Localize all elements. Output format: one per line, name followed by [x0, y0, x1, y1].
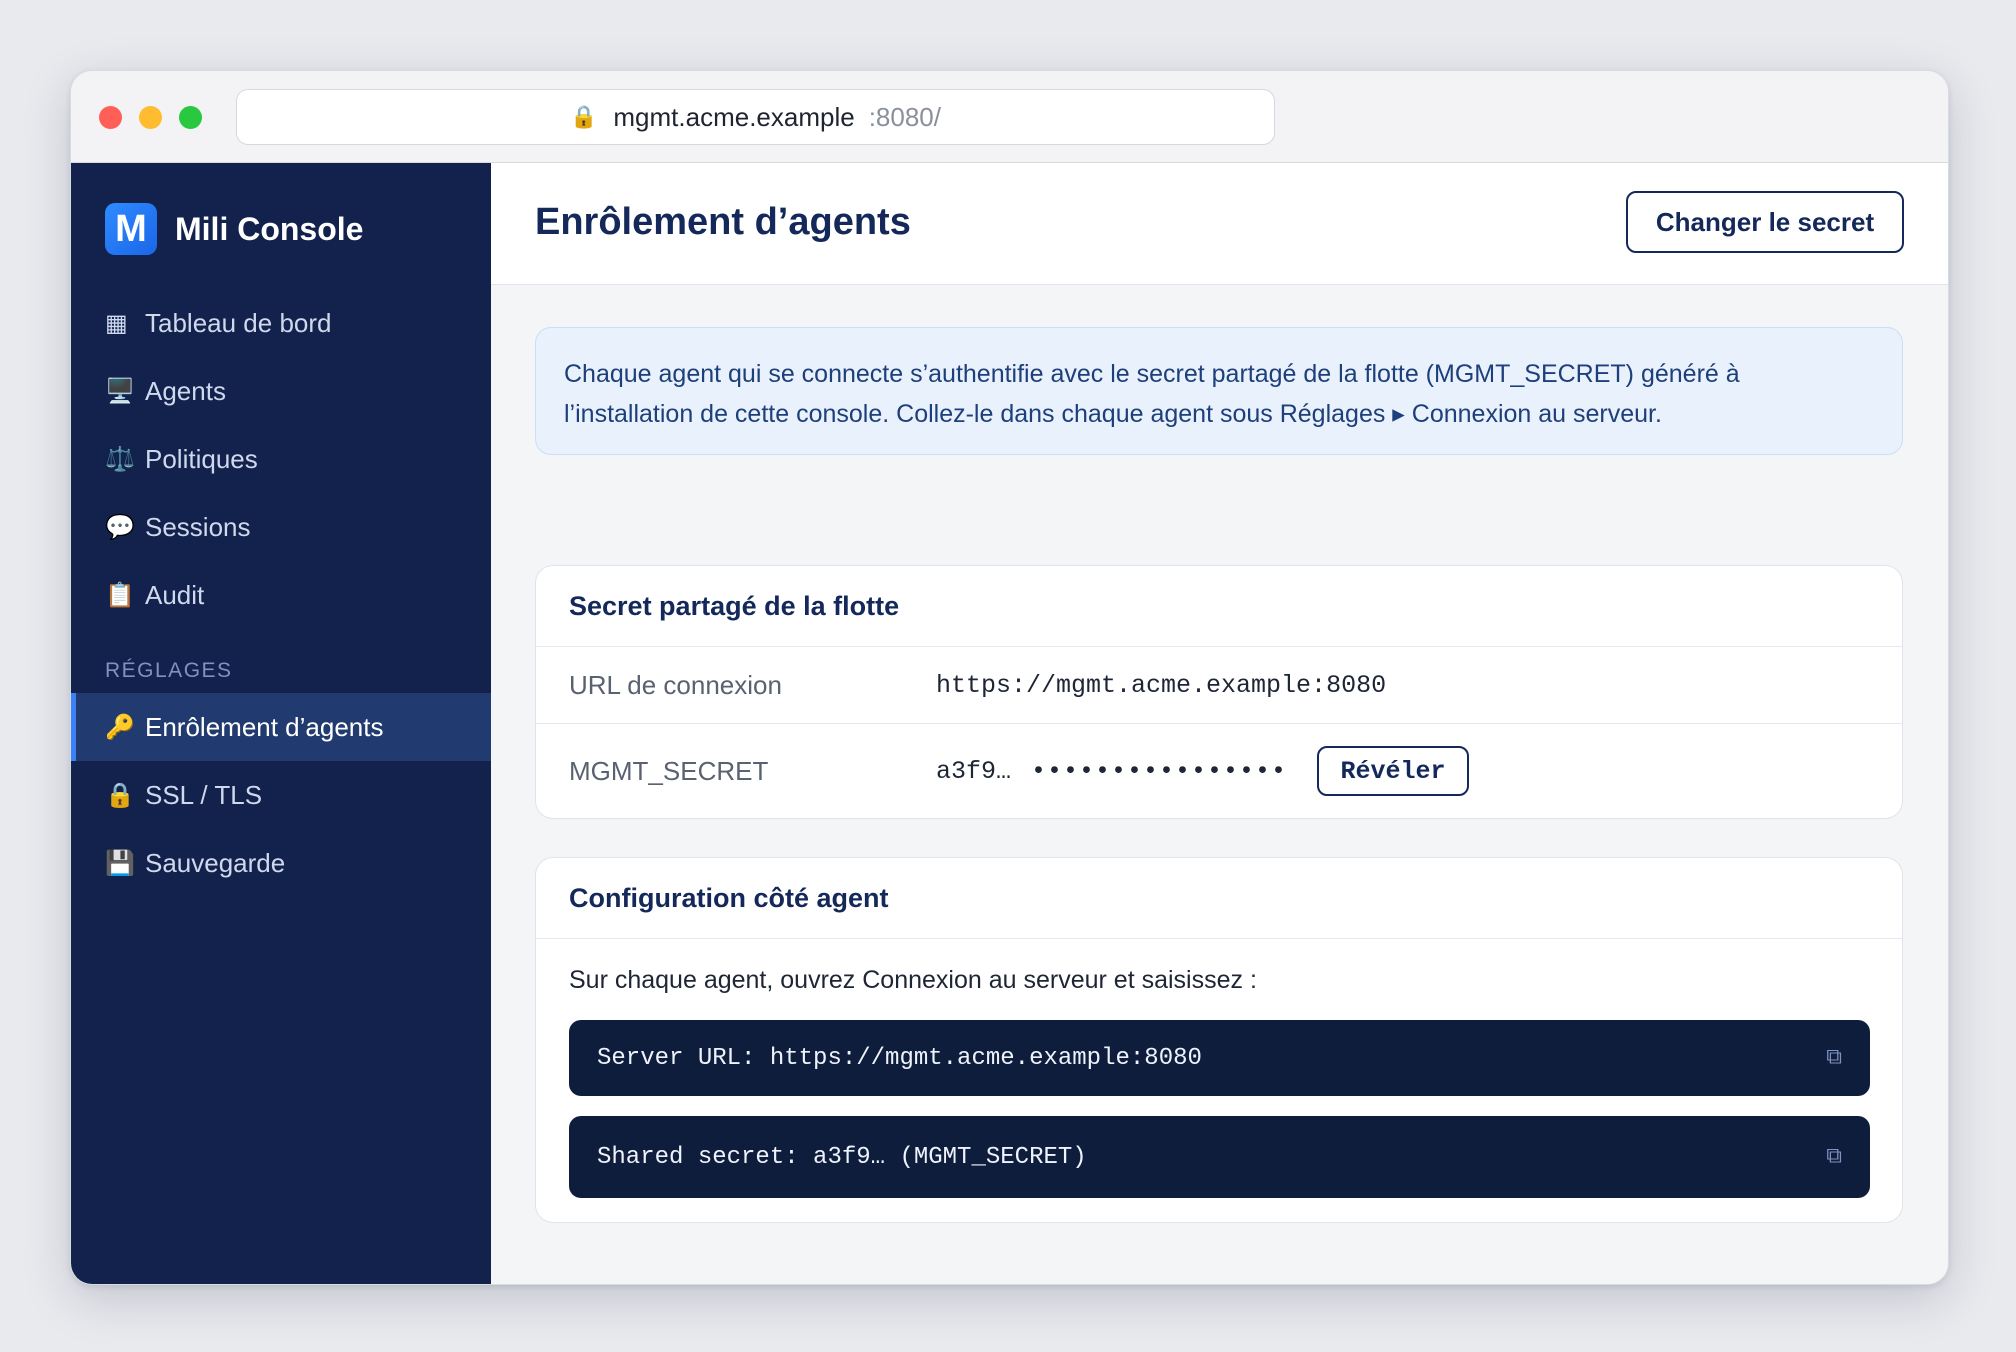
copy-icon[interactable]: ⧉ — [1826, 1046, 1842, 1071]
info-box: Chaque agent qui se connecte s’authentif… — [535, 327, 1903, 455]
dashboard-icon: ▦ — [105, 309, 128, 337]
sidebar-item-sessions[interactable]: 💬 Sessions — [71, 493, 491, 561]
clipboard-icon: 📋 — [105, 581, 135, 609]
page-header: Enrôlement d’agents Changer le secret — [491, 163, 1948, 285]
brand-logo-icon: M — [105, 203, 157, 255]
sidebar-item-tableau-de-bord[interactable]: ▦ Tableau de bord — [71, 289, 491, 357]
scales-icon: ⚖️ — [105, 445, 135, 473]
main-content: Enrôlement d’agents Changer le secret Ch… — [491, 163, 1948, 1284]
code-block-server-url: Server URL: https://mgmt.acme.example:80… — [569, 1020, 1870, 1096]
url-host: mgmt.acme.example — [613, 101, 855, 132]
mgmt-secret-label: MGMT_SECRET — [569, 755, 769, 786]
sidebar-item-label: Audit — [145, 579, 205, 610]
agent-instruction: Sur chaque agent, ouvrez Connexion au se… — [569, 966, 1257, 994]
connection-url-value: https://mgmt.acme.example:8080 — [936, 670, 1387, 700]
minimize-window-button[interactable] — [139, 106, 162, 129]
sidebar-item-label: Politiques — [145, 443, 258, 474]
sidebar-item-label: Tableau de bord — [145, 307, 332, 338]
agent-config-card: Configuration côté agent Sur chaque agen… — [535, 857, 1903, 1223]
monitor-icon: 🖥️ — [105, 377, 135, 405]
card-title: Secret partagé de la flotte — [536, 566, 1902, 647]
card-title: Configuration côté agent — [536, 858, 1902, 939]
close-window-button[interactable] — [99, 106, 122, 129]
connection-url-label: URL de connexion — [569, 669, 782, 700]
code-text: Shared secret: a3f9… (MGMT_SECRET) — [597, 1143, 1087, 1171]
copy-icon[interactable]: ⧉ — [1826, 1145, 1842, 1170]
address-bar[interactable]: 🔒 mgmt.acme.example :8080/ — [236, 89, 1275, 145]
browser-titlebar: 🔒 mgmt.acme.example :8080/ — [71, 71, 1948, 163]
lock-icon: 🔒 — [105, 781, 135, 809]
fleet-secret-card: Secret partagé de la flotte URL de conne… — [535, 565, 1903, 819]
url-port: :8080/ — [868, 101, 941, 132]
floppy-disk-icon: 💾 — [105, 849, 135, 877]
mgmt-secret-row: MGMT_SECRET a3f9… •••••••••••••••• Révél… — [536, 724, 1902, 818]
sidebar-item-label: SSL / TLS — [145, 779, 263, 810]
maximize-window-button[interactable] — [179, 106, 202, 129]
secret-prefix: a3f9… — [936, 756, 1012, 786]
sidebar-item-label: Enrôlement d’agents — [145, 711, 384, 742]
sidebar-item-politiques[interactable]: ⚖️ Politiques — [71, 425, 491, 493]
code-text: Server URL: https://mgmt.acme.example:80… — [597, 1044, 1202, 1072]
code-block-shared-secret: Shared secret: a3f9… (MGMT_SECRET) ⧉ — [569, 1116, 1870, 1198]
sidebar-item-enrolement[interactable]: 🔑 Enrôlement d’agents — [71, 693, 491, 761]
sidebar-item-sauvegarde[interactable]: 💾 Sauvegarde — [71, 829, 491, 897]
secret-mask: •••••••••••••••• — [1031, 756, 1288, 786]
browser-window: 🔒 mgmt.acme.example :8080/ M Mili Consol… — [70, 70, 1949, 1285]
sidebar-item-agents[interactable]: 🖥️ Agents — [71, 357, 491, 425]
sidebar-item-ssl-tls[interactable]: 🔒 SSL / TLS — [71, 761, 491, 829]
sidebar-item-label: Sauvegarde — [145, 847, 286, 878]
page-title: Enrôlement d’agents — [535, 201, 911, 243]
sidebar: M Mili Console ▦ Tableau de bord 🖥️ Agen… — [71, 163, 491, 1284]
key-icon: 🔑 — [105, 713, 135, 741]
reveal-secret-button[interactable]: Révéler — [1317, 746, 1470, 796]
change-secret-button[interactable]: Changer le secret — [1626, 191, 1904, 253]
sidebar-section-reglages: RÉGLAGES — [105, 659, 233, 682]
connection-url-row: URL de connexion https://mgmt.acme.examp… — [536, 647, 1902, 724]
sidebar-item-label: Sessions — [145, 511, 251, 542]
speech-bubble-icon: 💬 — [105, 513, 135, 541]
brand-name: Mili Console — [175, 210, 364, 247]
sidebar-item-label: Agents — [145, 375, 226, 406]
sidebar-item-audit[interactable]: 📋 Audit — [71, 561, 491, 629]
lock-icon: 🔒 — [569, 104, 598, 129]
sidebar-nav: ▦ Tableau de bord 🖥️ Agents ⚖️ Politique… — [71, 289, 491, 897]
brand[interactable]: M Mili Console — [105, 203, 363, 255]
